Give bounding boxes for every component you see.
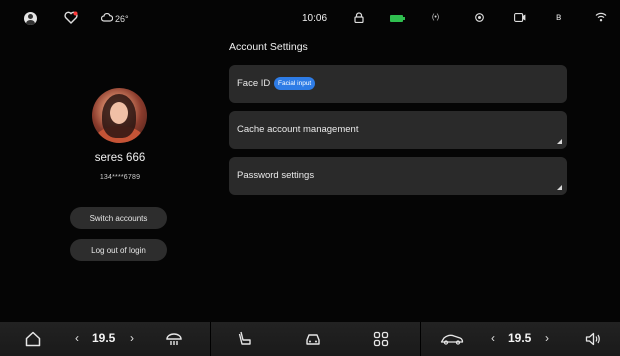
switch-accounts-button[interactable]: Switch accounts (70, 207, 167, 229)
facial-input-badge[interactable]: Facial input (274, 77, 316, 90)
car-icon[interactable] (304, 330, 322, 348)
battery-icon (390, 15, 405, 22)
right-temperature: 19.5 (508, 331, 532, 345)
volume-icon[interactable] (584, 330, 602, 348)
profile-avatar[interactable] (92, 88, 147, 143)
corner-indicator-icon (557, 139, 562, 144)
lock-icon (354, 12, 364, 23)
corner-indicator-icon (557, 185, 562, 190)
right-temp-increase[interactable]: › (545, 331, 549, 345)
password-settings-label: Password settings (237, 170, 315, 181)
clock-time: 10:06 (302, 13, 328, 24)
home-icon[interactable] (24, 330, 42, 348)
defrost-icon[interactable] (165, 330, 183, 348)
face-id-card[interactable]: Face ID Facial input (229, 65, 567, 103)
avatar-icon[interactable] (24, 12, 37, 25)
phone-number: 134****6789 (99, 174, 141, 181)
face-id-label: Face ID (237, 78, 271, 89)
car-side-icon[interactable] (440, 330, 464, 348)
bluetooth-icon: ʙ (556, 12, 562, 23)
cache-account-label: Cache account management (237, 124, 359, 135)
left-temp-decrease[interactable]: ‹ (75, 331, 79, 345)
wifi-icon (595, 12, 607, 22)
dock-divider (420, 322, 421, 356)
heart-icon[interactable] (64, 11, 78, 24)
logout-button[interactable]: Log out of login (70, 239, 167, 261)
status-bar: 26° 10:06 (•) ʙ (0, 0, 620, 38)
username: seres 666 (94, 152, 146, 164)
dock-divider (210, 322, 211, 356)
camera-icon (514, 13, 526, 22)
screen: 26° 10:06 (•) ʙ seres 666 134****6789 Sw… (0, 0, 620, 356)
password-settings-card[interactable]: Password settings (229, 157, 567, 195)
left-temp-increase[interactable]: › (130, 331, 134, 345)
location-icon (474, 12, 485, 23)
weather-temp: 26° (115, 13, 129, 24)
cache-account-card[interactable]: Cache account management (229, 111, 567, 149)
section-title: Account Settings (229, 41, 308, 53)
signal-icon: (•) (432, 14, 440, 21)
weather: 26° (100, 12, 129, 24)
left-temperature: 19.5 (92, 331, 116, 345)
cloud-icon (100, 12, 114, 24)
bottom-dock: ‹ 19.5 › ‹ 19.5 › (0, 322, 620, 356)
apps-grid-icon[interactable] (372, 330, 390, 348)
right-temp-decrease[interactable]: ‹ (491, 331, 495, 345)
seat-icon[interactable] (236, 330, 254, 348)
